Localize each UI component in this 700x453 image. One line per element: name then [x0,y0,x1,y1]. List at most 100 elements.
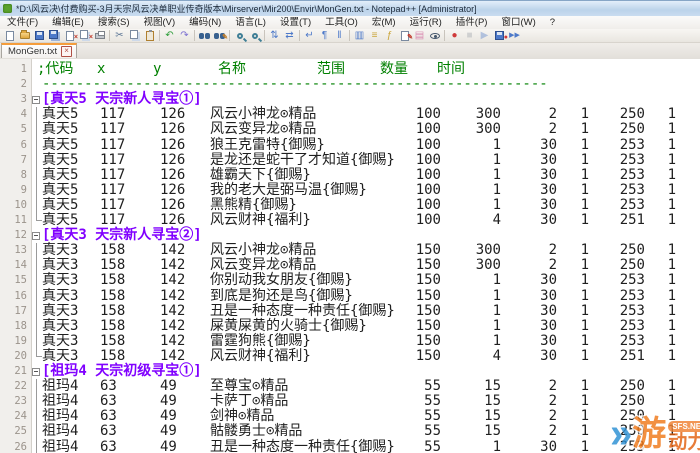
tab-close-icon[interactable]: × [61,46,72,57]
editor-line[interactable]: 2---------------------------------------… [0,77,700,92]
menu-item-13[interactable]: ? [543,16,562,29]
editor-line[interactable]: 15真天3158142你别动我女朋友{御赐}15013012531 [0,273,700,288]
menu-item-3[interactable]: 搜索(S) [91,16,137,29]
line-number[interactable]: 26 [0,440,27,453]
editor-line[interactable]: 24祖玛46349剑神⊙精品5515212501 [0,409,700,424]
editor-line[interactable]: 3[真天5 天宗新人寻宝①] [0,92,700,107]
editor-line[interactable]: 1;代码xy名称范围数量时间 [0,62,700,77]
menu-item-5[interactable]: 编码(N) [182,16,228,29]
play-macro-icon[interactable]: ▶ [477,29,492,42]
function-list-icon[interactable]: ƒ [382,29,397,42]
line-number[interactable]: 1 [0,62,27,77]
menu-item-12[interactable]: 窗口(W) [494,16,542,29]
zoom-out-icon[interactable] [247,29,262,42]
copy-icon[interactable] [127,29,142,42]
editor-line[interactable]: 4真天5117126风云小神龙⊙精品100300212501 [0,107,700,122]
save-icon[interactable] [32,29,47,42]
line-number[interactable]: 10 [0,198,27,213]
redo-icon[interactable]: ↷ [177,29,192,42]
menu-item-9[interactable]: 宏(M) [365,16,403,29]
replace-icon[interactable]: ✎ [212,29,227,42]
editor-line[interactable]: 25祖玛46349骷髅勇士⊙精品5515212501 [0,424,700,439]
show-all-chars-icon[interactable]: ¶ [317,29,332,42]
menu-item-4[interactable]: 视图(V) [136,16,182,29]
editor-line[interactable]: 13真天3158142风云小神龙⊙精品150300212501 [0,243,700,258]
fold-toggle-icon[interactable] [32,232,40,240]
line-number[interactable]: 20 [0,349,27,364]
menu-item-1[interactable]: 文件(F) [0,16,45,29]
fold-toggle-icon[interactable] [32,368,40,376]
line-number[interactable]: 14 [0,258,27,273]
sync-vertical-icon[interactable]: ⇅ [267,29,282,42]
menu-item-11[interactable]: 插件(P) [449,16,495,29]
open-folder-icon[interactable] [17,29,32,42]
editor-line[interactable]: 26祖玛46349丑是一种态度一种责任{御赐}5513012531 [0,440,700,453]
menu-item-10[interactable]: 运行(R) [403,16,449,29]
line-number[interactable]: 12 [0,228,27,243]
doc-map-icon[interactable]: ▥ [352,29,367,42]
line-number[interactable]: 7 [0,153,27,168]
line-number[interactable]: 19 [0,334,27,349]
editor-line[interactable]: 18真天3158142屎黄屎黄的火骑士{御赐}15013012531 [0,319,700,334]
modified-doc-icon[interactable]: ✎ [397,29,412,42]
editor-line[interactable]: 7真天5117126是龙还是蛇干了才知道{御赐}10013012531 [0,153,700,168]
print-icon[interactable] [92,29,107,42]
close-all-icon[interactable]: × [77,29,92,42]
line-number[interactable]: 13 [0,243,27,258]
cut-icon[interactable]: ✂ [112,29,127,42]
editor-line[interactable]: 22祖玛46349至尊宝⊙精品5515212501 [0,379,700,394]
line-number[interactable]: 3 [0,92,27,107]
line-number[interactable]: 8 [0,168,27,183]
line-number[interactable]: 21 [0,364,27,379]
line-number[interactable]: 17 [0,304,27,319]
line-number[interactable]: 16 [0,289,27,304]
menu-item-8[interactable]: 工具(O) [318,16,365,29]
line-number[interactable]: 18 [0,319,27,334]
find-icon[interactable] [197,29,212,42]
editor-line[interactable]: 12[真天3 天宗新人寻宝②] [0,228,700,243]
editor-line[interactable]: 23祖玛46349卡萨丁⊙精品5515212501 [0,394,700,409]
word-wrap-icon[interactable]: ↵ [302,29,317,42]
line-number[interactable]: 4 [0,107,27,122]
line-number[interactable]: 2 [0,77,27,92]
tab-mongen[interactable]: MonGen.txt × [1,43,77,58]
line-number[interactable]: 9 [0,183,27,198]
line-number[interactable]: 15 [0,273,27,288]
editor-line[interactable]: 11真天5117126风云财神{福利}10043012511 [0,213,700,228]
line-number[interactable]: 24 [0,409,27,424]
zoom-in-icon[interactable] [232,29,247,42]
run-multi-macro-icon[interactable]: ▶▶ [507,29,522,42]
editor-line[interactable]: 19真天3158142雷霆狗熊{御赐}15013012531 [0,334,700,349]
doc-switcher-icon[interactable]: ▤ [412,29,427,42]
record-macro-icon[interactable]: ● [447,29,462,42]
line-number[interactable]: 25 [0,424,27,439]
line-number[interactable]: 23 [0,394,27,409]
indent-guide-icon[interactable]: ‖ [332,29,347,42]
undo-icon[interactable]: ↶ [162,29,177,42]
menu-item-6[interactable]: 语言(L) [228,16,273,29]
line-number[interactable]: 11 [0,213,27,228]
save-macro-icon[interactable]: ● [492,29,507,42]
editor-pane[interactable]: 1;代码xy名称范围数量时间2-------------------------… [0,59,700,453]
line-number[interactable]: 6 [0,138,27,153]
stop-macro-icon[interactable]: ■ [462,29,477,42]
line-number[interactable]: 22 [0,379,27,394]
save-all-icon[interactable] [47,29,62,42]
menu-item-2[interactable]: 编辑(E) [45,16,91,29]
paste-icon[interactable] [142,29,157,42]
editor-line[interactable]: 16真天3158142到底是狗还是鸟{御赐}15013012531 [0,289,700,304]
editor-line[interactable]: 21[祖玛4 天宗初级寻宝①] [0,364,700,379]
fold-toggle-icon[interactable] [32,96,40,104]
editor-line[interactable]: 5真天5117126风云变异龙⊙精品100300212501 [0,122,700,137]
doc-list-icon[interactable]: ≡ [367,29,382,42]
monitoring-eye-icon[interactable] [427,29,442,42]
editor-line[interactable]: 9真天5117126我的老大是弼马温{御赐}10013012531 [0,183,700,198]
editor-line[interactable]: 17真天3158142丑是一种态度一种责任{御赐}15013012531 [0,304,700,319]
line-number[interactable]: 5 [0,122,27,137]
editor-line[interactable]: 10真天5117126黑熊精{御赐}10013012531 [0,198,700,213]
editor-line[interactable]: 20真天3158142风云财神{福利}15043012511 [0,349,700,364]
editor-line[interactable]: 6真天5117126狼王克雷特{御赐}10013012531 [0,138,700,153]
menu-item-7[interactable]: 设置(T) [273,16,318,29]
new-file-icon[interactable] [2,29,17,42]
close-icon[interactable]: × [62,29,77,42]
